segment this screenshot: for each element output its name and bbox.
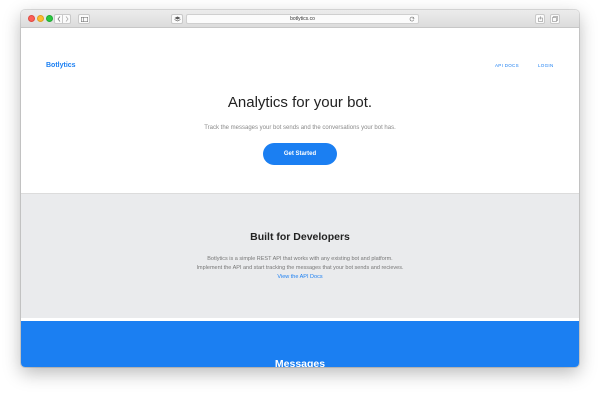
view-api-docs-link[interactable]: View the API Docs bbox=[21, 274, 579, 280]
browser-window: botlytics.co Botlytics API DOCS LOGIN An… bbox=[21, 10, 579, 367]
hero-section: Botlytics API DOCS LOGIN Analytics for y… bbox=[21, 28, 579, 193]
sidebar-icon bbox=[80, 16, 88, 22]
url-text: botlytics.co bbox=[290, 16, 315, 22]
address-bar[interactable]: botlytics.co bbox=[186, 14, 419, 24]
developers-description-line-2: Implement the API and start tracking the… bbox=[196, 265, 404, 271]
tabs-button[interactable] bbox=[550, 14, 560, 24]
layers-icon bbox=[173, 16, 181, 22]
share-icon bbox=[537, 16, 543, 22]
nav-api-docs[interactable]: API DOCS bbox=[495, 63, 519, 68]
developers-description-line-1: Botlytics is a simple REST API that work… bbox=[207, 256, 393, 262]
reload-icon[interactable] bbox=[409, 16, 415, 22]
forward-arrow-icon bbox=[65, 16, 69, 22]
nav-login[interactable]: LOGIN bbox=[538, 63, 554, 68]
tabs-icon bbox=[552, 16, 558, 22]
back-arrow-icon bbox=[56, 16, 60, 22]
sidebar-button[interactable] bbox=[78, 14, 90, 24]
developers-title: Built for Developers bbox=[250, 231, 350, 243]
share-button[interactable] bbox=[535, 14, 545, 24]
layers-button[interactable] bbox=[171, 14, 183, 24]
messages-section: Messages bbox=[21, 321, 579, 367]
brand-logo[interactable]: Botlytics bbox=[46, 62, 76, 69]
messages-title: Messages bbox=[274, 358, 326, 367]
zoom-traffic-light-icon[interactable] bbox=[46, 15, 53, 22]
developers-section: Built for Developers Botlytics is a simp… bbox=[21, 193, 579, 318]
get-started-button[interactable]: Get Started bbox=[263, 143, 337, 165]
hero-subtitle: Track the messages your bot sends and th… bbox=[204, 125, 396, 131]
close-traffic-light-icon[interactable] bbox=[28, 15, 35, 22]
browser-toolbar: botlytics.co bbox=[21, 10, 579, 28]
forward-button[interactable] bbox=[62, 14, 71, 24]
minimize-traffic-light-icon[interactable] bbox=[37, 15, 44, 22]
hero-title: Analytics for your bot. bbox=[227, 94, 373, 111]
page-viewport: Botlytics API DOCS LOGIN Analytics for y… bbox=[21, 28, 579, 367]
